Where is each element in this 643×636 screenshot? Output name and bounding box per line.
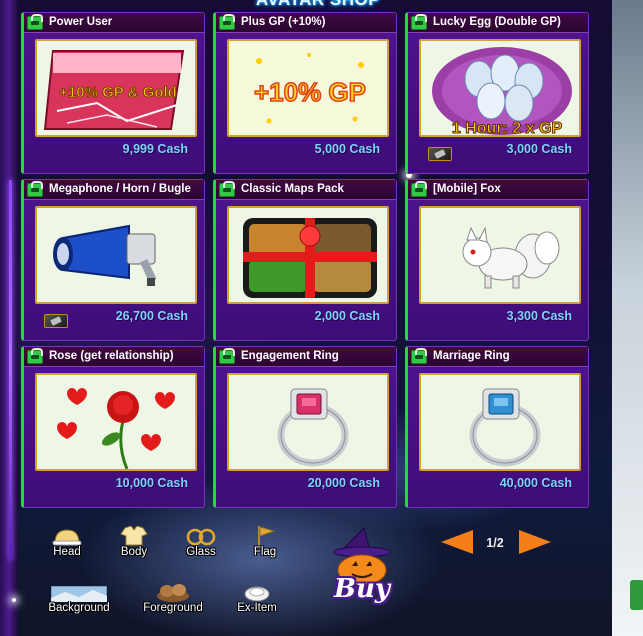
item-thumbnail[interactable]: +10% GP & Gold (35, 39, 197, 137)
hammer-icon (428, 147, 452, 161)
item-name: Plus GP (+10%) (241, 16, 326, 28)
shop-title: AVATAR SHOP (218, 0, 418, 12)
item-card[interactable]: [Mobile] Fox 3,300 Cash (405, 179, 589, 341)
avatar-item-icon (27, 14, 43, 30)
avatar-item-icon (411, 181, 427, 197)
background-icon (51, 586, 107, 602)
item-thumbnail[interactable]: 1 Hour: 2 x GP (419, 39, 581, 137)
item-thumbnail[interactable] (35, 206, 197, 304)
gp-gold-booster-icon: +10% GP & Gold (37, 41, 195, 135)
card-header: Classic Maps Pack (216, 180, 396, 200)
card-header: Marriage Ring (408, 347, 588, 367)
item-name: Megaphone / Horn / Bugle (49, 183, 191, 195)
avatar-item-icon (411, 348, 427, 364)
svg-text:1 Hour: 2 x GP: 1 Hour: 2 x GP (452, 120, 563, 137)
item-thumbnail[interactable] (227, 373, 389, 471)
item-price: 3,000 Cash (506, 142, 572, 156)
lucky-egg-icon: 1 Hour: 2 x GP (421, 41, 579, 137)
card-header: Rose (get relationship) (24, 347, 204, 367)
avatar-item-icon (219, 181, 235, 197)
item-price: 26,700 Cash (115, 309, 188, 323)
item-name: Lucky Egg (Double GP) (433, 16, 561, 28)
gp-booster-icon: +10% GP (229, 41, 387, 135)
item-price: 5,000 Cash (314, 142, 380, 156)
category-background-button[interactable]: Background (44, 586, 114, 614)
engagement-ring-icon (229, 375, 387, 469)
category-label: Glass (186, 546, 216, 558)
glasses-icon (186, 528, 216, 546)
item-name: Rose (get relationship) (49, 350, 174, 362)
avatar-item-icon (411, 14, 427, 30)
fox-mobile-icon (421, 208, 579, 302)
item-name: Marriage Ring (433, 350, 510, 362)
item-thumbnail[interactable] (419, 373, 581, 471)
category-flag-button[interactable]: Flag (230, 526, 300, 558)
maps-pack-gift-icon (229, 208, 387, 302)
item-thumbnail[interactable] (227, 206, 389, 304)
item-thumbnail[interactable]: +10% GP (227, 39, 389, 137)
category-label: Background (48, 602, 110, 614)
item-price: 40,000 Cash (499, 476, 572, 490)
marriage-ring-icon (421, 375, 579, 469)
category-glass-button[interactable]: Glass (166, 528, 236, 558)
item-name: [Mobile] Fox (433, 183, 501, 195)
head-icon (52, 529, 82, 546)
item-price: 20,000 Cash (307, 476, 380, 490)
card-header: [Mobile] Fox (408, 180, 588, 200)
foreground-icon (157, 584, 189, 602)
item-price: 2,000 Cash (314, 309, 380, 323)
item-card[interactable]: Plus GP (+10%) +10% GP 5,000 Cash (213, 12, 397, 174)
right-side-background (612, 0, 643, 636)
left-rail-decoration (0, 0, 18, 636)
sparkle-decoration (12, 598, 16, 602)
hammer-icon (44, 314, 68, 328)
item-name: Engagement Ring (241, 350, 339, 362)
side-menu-icon[interactable] (630, 580, 643, 610)
card-header: Engagement Ring (216, 347, 396, 367)
category-label: Ex-Item (237, 602, 277, 614)
item-card[interactable]: Megaphone / Horn / Bugle 26,700 Cash (21, 179, 205, 341)
avatar-item-icon (27, 181, 43, 197)
item-card[interactable]: Lucky Egg (Double GP) 1 Hour: 2 x GP 3,0… (405, 12, 589, 174)
buy-label: Buy (334, 574, 390, 604)
item-price: 9,999 Cash (122, 142, 188, 156)
svg-text:+10% GP: +10% GP (254, 77, 366, 107)
item-name: Power User (49, 16, 113, 28)
category-label: Head (53, 546, 81, 558)
flag-icon (258, 526, 276, 546)
page-indicator: 1/2 (486, 536, 504, 550)
avatar-item-icon (219, 14, 235, 30)
buy-button[interactable]: Buy (326, 527, 398, 614)
item-card[interactable]: Power User +10% GP & Gold 9,999 Cash (21, 12, 205, 174)
card-header: Power User (24, 13, 204, 33)
rose-icon (37, 375, 195, 469)
category-body-button[interactable]: Body (99, 526, 169, 558)
prev-page-arrow-icon[interactable] (441, 530, 473, 554)
category-label: Body (120, 546, 148, 558)
item-card[interactable]: Marriage Ring 40,000 Cash (405, 346, 589, 508)
megaphone-icon (37, 208, 195, 302)
svg-text:+10% GP & Gold: +10% GP & Gold (59, 84, 177, 101)
category-label: Flag (253, 546, 277, 558)
body-icon (120, 526, 148, 546)
category-head-button[interactable]: Head (32, 528, 102, 558)
item-thumbnail[interactable] (35, 373, 197, 471)
card-header: Lucky Egg (Double GP) (408, 13, 588, 33)
category-ex-item-button[interactable]: Ex-Item (222, 584, 292, 614)
category-label: Foreground (143, 602, 203, 614)
item-name: Classic Maps Pack (241, 183, 344, 195)
ex-item-icon (244, 586, 270, 602)
avatar-item-icon (219, 348, 235, 364)
item-card[interactable]: Engagement Ring 20,000 Cash (213, 346, 397, 508)
item-price: 10,000 Cash (115, 476, 188, 490)
item-card[interactable]: Classic Maps Pack 2,000 Cash (213, 179, 397, 341)
next-page-arrow-icon[interactable] (519, 530, 551, 554)
avatar-item-icon (27, 348, 43, 364)
category-foreground-button[interactable]: Foreground (138, 582, 208, 614)
item-card[interactable]: Rose (get relationship) 10,000 Cash (21, 346, 205, 508)
card-header: Megaphone / Horn / Bugle (24, 180, 204, 200)
item-price: 3,300 Cash (506, 309, 572, 323)
item-thumbnail[interactable] (419, 206, 581, 304)
card-header: Plus GP (+10%) (216, 13, 396, 33)
